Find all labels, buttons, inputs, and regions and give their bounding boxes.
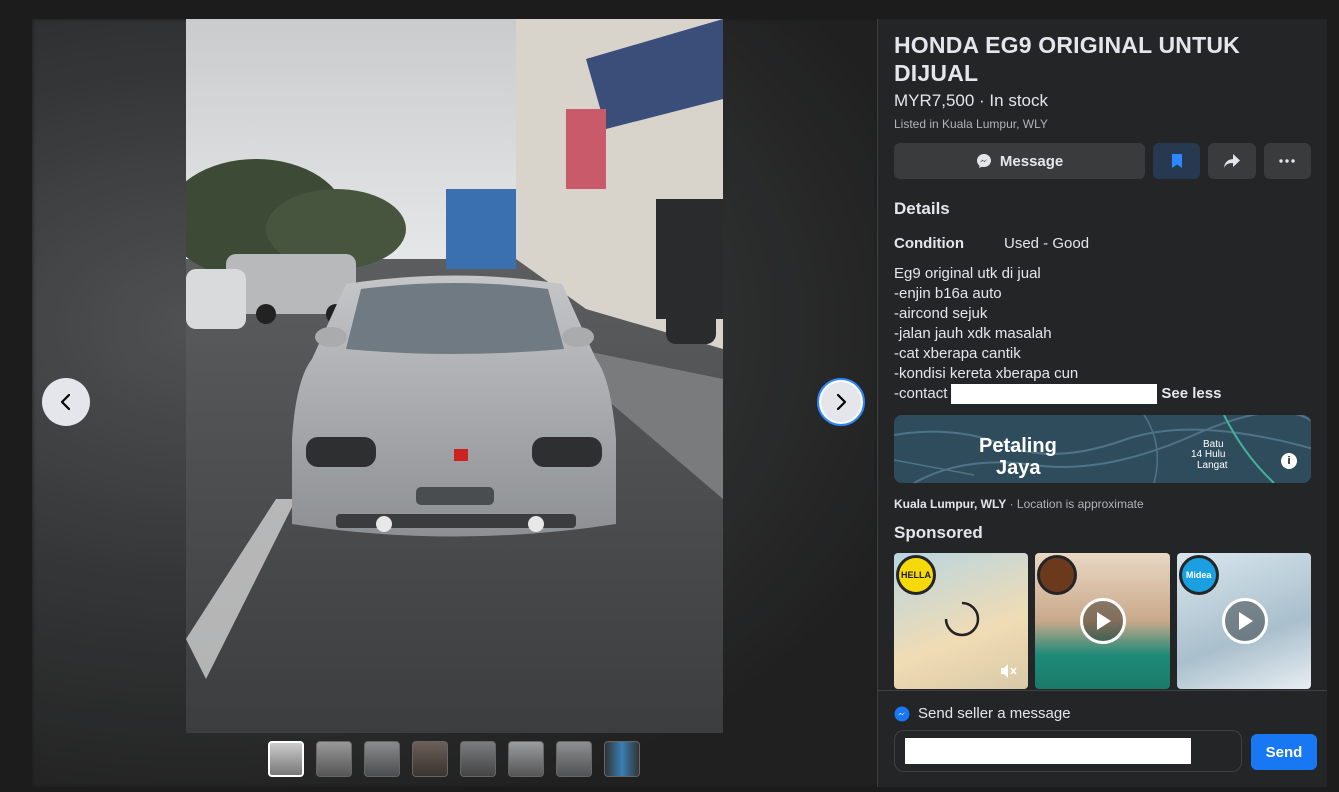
play-icon <box>1097 612 1112 631</box>
location-map[interactable]: Petaling Jaya Batu 14 Hulu Langat i <box>894 415 1311 484</box>
marketplace-item-dialog: HONDA EG9 ORIGINAL UNTUK DIJUAL MYR7,500… <box>32 19 1327 787</box>
send-message-text: Send seller a message <box>918 705 1071 722</box>
listing-title: HONDA EG9 ORIGINAL UNTUK DIJUAL <box>894 32 1240 86</box>
sponsored-ad[interactable] <box>1035 553 1170 690</box>
contact-prefix: -contact <box>894 385 948 402</box>
panel-divider <box>878 690 1327 691</box>
message-input[interactable] <box>905 738 1191 764</box>
location-note: · Location is approximate <box>1006 497 1144 512</box>
see-less-link[interactable]: See less <box>1161 385 1221 402</box>
map-label-jaya: Jaya <box>996 457 1041 480</box>
message-box <box>894 730 1242 772</box>
photo-thumbnail[interactable] <box>316 741 352 777</box>
description-line: -enjin b16a auto <box>894 285 1002 302</box>
map-graphic <box>894 415 1311 484</box>
action-bar: Message <box>894 143 1312 179</box>
contact-line: -contact See less <box>894 384 1311 405</box>
listing-description: Eg9 original utk di jual -enjin b16a aut… <box>894 264 1311 405</box>
next-photo-button[interactable] <box>817 378 865 426</box>
condition-label: Condition <box>894 235 964 252</box>
chevron-right-icon <box>836 393 847 411</box>
photo-thumbnail[interactable] <box>364 741 400 777</box>
description-line: -aircond sejuk <box>894 305 988 322</box>
description-line: -jalan jauh xdk masalah <box>894 325 1052 342</box>
previous-photo-button[interactable] <box>42 378 90 426</box>
more-icon <box>1279 159 1296 163</box>
info-icon[interactable]: i <box>1281 453 1297 470</box>
photo-thumbnail[interactable] <box>556 741 592 777</box>
message-button[interactable]: Message <box>894 143 1146 179</box>
sponsored-heading: Sponsored <box>894 523 983 543</box>
map-label-langat: Langat <box>1197 460 1228 472</box>
photo-thumbnail[interactable] <box>604 741 640 777</box>
play-icon <box>1238 612 1253 631</box>
description-line: Eg9 original utk di jual <box>894 265 1041 282</box>
photo-thumbnails <box>268 741 640 777</box>
share-icon <box>1224 154 1241 168</box>
photo-thumbnail[interactable] <box>412 741 448 777</box>
redacted-contact <box>951 384 1158 405</box>
photo-viewer <box>32 19 877 787</box>
loading-spinner-icon <box>944 601 980 637</box>
photo-thumbnail[interactable] <box>268 741 304 777</box>
more-options-button[interactable] <box>1263 143 1312 179</box>
details-heading: Details <box>894 199 950 218</box>
approximate-location: Kuala Lumpur, WLY · Location is approxim… <box>894 497 1311 511</box>
bookmark-icon <box>1171 154 1182 168</box>
map-label-hulu: 14 Hulu <box>1191 449 1226 461</box>
advertiser-logo <box>1037 555 1078 596</box>
send-button[interactable]: Send <box>1251 734 1317 770</box>
description-line: -cat xberapa cantik <box>894 345 1021 362</box>
muted-speaker-icon[interactable] <box>1000 663 1018 679</box>
messenger-icon <box>976 154 991 168</box>
messenger-icon <box>894 706 910 721</box>
location-place: Kuala Lumpur, WLY <box>894 497 1007 512</box>
save-button[interactable] <box>1153 143 1201 179</box>
chevron-left-icon <box>60 393 71 411</box>
play-button[interactable] <box>1080 598 1127 645</box>
listing-location[interactable]: Listed in Kuala Lumpur, WLY <box>894 117 1311 131</box>
photo-thumbnail[interactable] <box>508 741 544 777</box>
condition-value: Used - Good <box>1004 235 1090 252</box>
message-button-label: Message <box>999 152 1064 170</box>
advertiser-logo: HELLA <box>896 555 936 596</box>
map-label-petaling: Petaling <box>979 435 1057 458</box>
advertiser-logo: Midea <box>1178 555 1219 596</box>
play-button[interactable] <box>1221 598 1268 645</box>
description-line: -kondisi kereta xberapa cun <box>894 365 1079 382</box>
listing-photo[interactable] <box>186 19 723 733</box>
condition-row: Condition Used - Good <box>894 235 1311 252</box>
sponsored-ad[interactable]: Midea <box>1176 553 1311 690</box>
send-message-label: Send seller a message <box>894 705 1071 722</box>
share-button[interactable] <box>1208 143 1256 179</box>
photo-thumbnail[interactable] <box>460 741 496 777</box>
sponsored-ad[interactable]: HELLA <box>894 553 1029 690</box>
listing-price: MYR7,500 · In stock <box>894 91 1049 110</box>
sponsored-ads: HELLA Midea <box>894 553 1311 690</box>
listing-details-panel: HONDA EG9 ORIGINAL UNTUK DIJUAL MYR7,500… <box>877 19 1327 787</box>
car-photo <box>186 19 723 733</box>
